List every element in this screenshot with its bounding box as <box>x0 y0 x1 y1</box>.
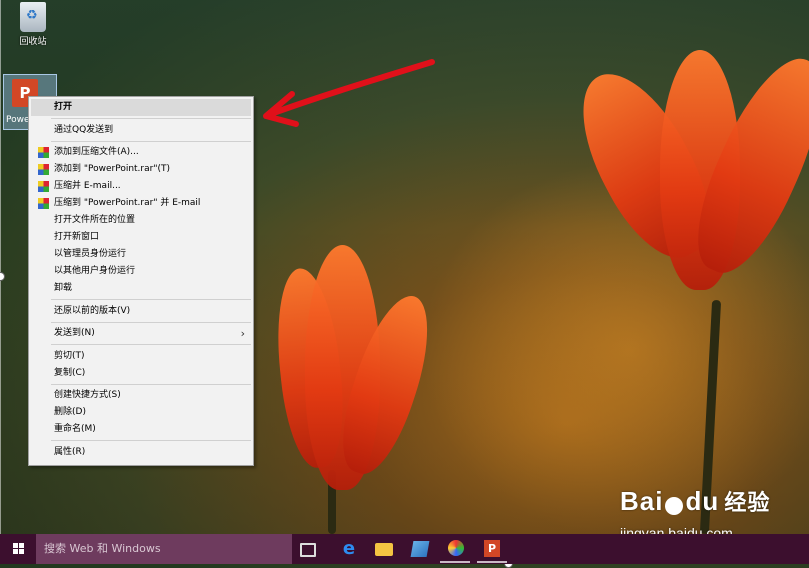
menu-separator <box>51 322 251 323</box>
menu-separator <box>51 141 251 142</box>
menu-separator <box>51 344 251 345</box>
menu-item-label: 删除(D) <box>54 407 86 417</box>
menu-item-compress-email[interactable]: 压缩并 E-mail... <box>31 178 251 195</box>
taskbar: 搜索 Web 和 Windows e P <box>0 534 809 564</box>
menu-item-restore-previous-versions[interactable]: 还原以前的版本(V) <box>31 303 251 320</box>
menu-separator <box>51 299 251 300</box>
menu-item-create-shortcut[interactable]: 创建快捷方式(S) <box>31 387 251 404</box>
menu-item-open-new-window[interactable]: 打开新窗口 <box>31 229 251 246</box>
watermark-brand-right: du <box>685 486 720 516</box>
menu-item-label: 打开文件所在的位置 <box>54 215 136 225</box>
menu-item-label: 压缩到 "PowerPoint.rar" 并 E-mail <box>54 198 201 208</box>
running-indicator <box>440 561 470 563</box>
menu-item-label: 压缩并 E-mail... <box>54 181 121 191</box>
menu-item-uninstall[interactable]: 卸载 <box>31 280 251 297</box>
menu-item-label: 以管理员身份运行 <box>54 249 127 259</box>
menu-item-rename[interactable]: 重命名(M) <box>31 421 251 438</box>
menu-item-send-via-qq[interactable]: 通过QQ发送到 <box>31 122 251 139</box>
winrar-icon <box>38 181 49 192</box>
menu-separator <box>51 118 251 119</box>
menu-item-open[interactable]: 打开 <box>31 99 251 116</box>
search-placeholder: 搜索 Web 和 Windows <box>44 542 161 555</box>
start-button[interactable] <box>0 534 36 564</box>
powerpoint-taskbar-icon[interactable]: P <box>484 540 500 557</box>
menu-item-label: 属性(R) <box>54 447 86 457</box>
menu-item-run-as-other-user[interactable]: 以其他用户身份运行 <box>31 263 251 280</box>
menu-separator <box>51 384 251 385</box>
menu-item-compress-rar-email[interactable]: 压缩到 "PowerPoint.rar" 并 E-mail <box>31 195 251 212</box>
menu-item-label: 创建快捷方式(S) <box>54 390 121 400</box>
winrar-icon <box>38 164 49 175</box>
app-book-icon[interactable] <box>410 541 430 557</box>
menu-item-properties[interactable]: 属性(R) <box>31 444 251 461</box>
menu-item-label: 添加到压缩文件(A)... <box>54 147 139 157</box>
menu-item-label: 打开 <box>54 102 73 112</box>
menu-item-add-to-archive[interactable]: 添加到压缩文件(A)... <box>31 144 251 161</box>
chevron-right-icon: › <box>240 327 245 340</box>
menu-item-label: 重命名(M) <box>54 424 96 434</box>
menu-item-label: 还原以前的版本(V) <box>54 306 131 316</box>
menu-item-run-as-admin[interactable]: 以管理员身份运行 <box>31 246 251 263</box>
baidu-watermark: Bai du 经验 jingyan.baidu.com <box>620 485 771 541</box>
menu-item-label: 打开新窗口 <box>54 232 100 242</box>
menu-item-open-file-location[interactable]: 打开文件所在的位置 <box>31 212 251 229</box>
windows-logo-icon <box>13 543 24 554</box>
winrar-icon <box>38 198 49 209</box>
task-view-icon[interactable] <box>300 543 316 557</box>
running-indicator <box>477 561 507 563</box>
file-explorer-icon[interactable] <box>375 543 393 556</box>
watermark-brand-left: Bai <box>620 486 664 516</box>
search-box[interactable]: 搜索 Web 和 Windows <box>36 534 292 564</box>
menu-item-add-to-rar[interactable]: 添加到 "PowerPoint.rar"(T) <box>31 161 251 178</box>
menu-item-label: 卸载 <box>54 283 73 293</box>
menu-item-copy[interactable]: 复制(C) <box>31 365 251 382</box>
watermark-brand-cn: 经验 <box>724 490 771 515</box>
menu-item-label: 剪切(T) <box>54 351 85 361</box>
menu-item-label: 复制(C) <box>54 368 86 378</box>
edge-browser-icon[interactable]: e <box>338 539 360 559</box>
context-menu: 打开 通过QQ发送到 添加到压缩文件(A)... 添加到 "PowerPoint… <box>28 96 254 466</box>
menu-item-label: 以其他用户身份运行 <box>54 266 136 276</box>
menu-item-cut[interactable]: 剪切(T) <box>31 348 251 365</box>
menu-separator <box>51 440 251 441</box>
menu-item-send-to[interactable]: 发送到(N) › <box>31 325 251 342</box>
menu-item-delete[interactable]: 删除(D) <box>31 404 251 421</box>
menu-item-label: 发送到(N) <box>54 328 95 338</box>
menu-item-label: 添加到 "PowerPoint.rar"(T) <box>54 164 170 174</box>
paw-icon <box>665 496 684 515</box>
paint-app-icon[interactable] <box>448 540 464 556</box>
menu-item-label: 通过QQ发送到 <box>54 125 114 135</box>
winrar-icon <box>38 147 49 158</box>
